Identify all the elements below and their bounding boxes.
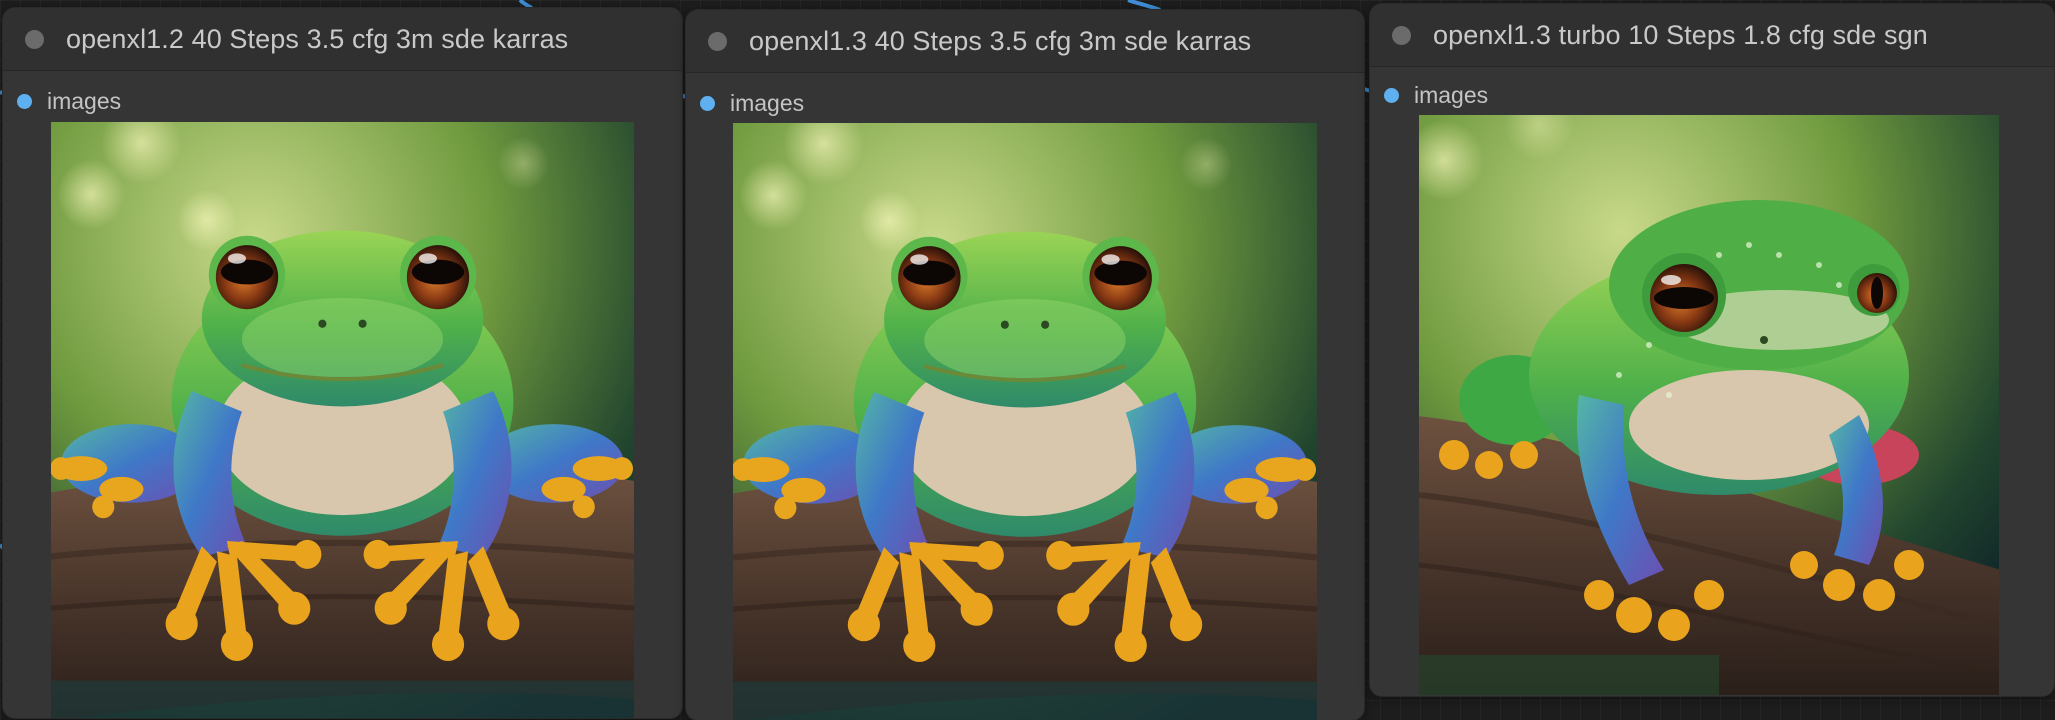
collapse-toggle[interactable] bbox=[708, 31, 727, 51]
frog-image bbox=[1419, 115, 1999, 695]
frog-image bbox=[51, 122, 634, 718]
node-title: openxl1.3 40 Steps 3.5 cfg 3m sde karras bbox=[749, 25, 1252, 56]
output-slot-images[interactable]: images bbox=[700, 90, 804, 117]
slot-label: images bbox=[1414, 82, 1489, 108]
node-title: openxl1.3 turbo 10 Steps 1.8 cfg sde sgn bbox=[1433, 19, 1928, 50]
image-preview[interactable] bbox=[51, 122, 634, 718]
frog-image bbox=[733, 123, 1317, 720]
preview-node-2[interactable]: openxl1.3 40 Steps 3.5 cfg 3m sde karras… bbox=[686, 10, 1364, 720]
node-title-bar[interactable]: openxl1.3 turbo 10 Steps 1.8 cfg sde sgn bbox=[1370, 4, 2054, 67]
output-connector[interactable] bbox=[700, 96, 715, 111]
output-connector[interactable] bbox=[1384, 88, 1399, 103]
node-title-bar[interactable]: openxl1.2 40 Steps 3.5 cfg 3m sde karras bbox=[3, 8, 682, 71]
collapse-toggle[interactable] bbox=[25, 29, 44, 49]
preview-node-3[interactable]: openxl1.3 turbo 10 Steps 1.8 cfg sde sgn… bbox=[1370, 4, 2054, 696]
output-slot-images[interactable]: images bbox=[1384, 82, 1488, 109]
output-slot-images[interactable]: images bbox=[17, 88, 121, 115]
preview-node-1[interactable]: openxl1.2 40 Steps 3.5 cfg 3m sde karras… bbox=[3, 8, 682, 718]
node-title: openxl1.2 40 Steps 3.5 cfg 3m sde karras bbox=[66, 23, 569, 54]
image-preview[interactable] bbox=[1419, 115, 1999, 695]
slot-label: images bbox=[730, 90, 805, 116]
collapse-toggle[interactable] bbox=[1392, 25, 1411, 45]
output-connector[interactable] bbox=[17, 94, 32, 109]
image-preview[interactable] bbox=[733, 123, 1317, 720]
node-title-bar[interactable]: openxl1.3 40 Steps 3.5 cfg 3m sde karras bbox=[686, 10, 1364, 73]
slot-label: images bbox=[47, 88, 122, 114]
